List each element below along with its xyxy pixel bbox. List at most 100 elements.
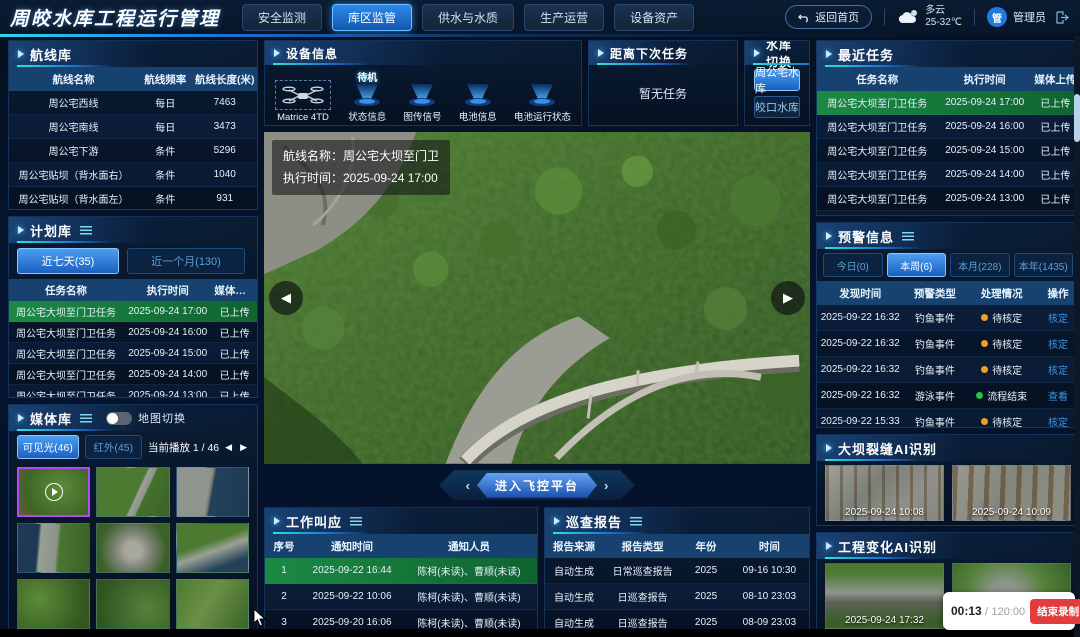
- app-title: 周皎水库工程运行管理: [10, 4, 220, 31]
- plan-row[interactable]: 周公宅大坝至门卫任务 2025-09-24 15:00 已上传: [9, 343, 257, 364]
- panel-arrow-icon: [826, 232, 832, 240]
- back-home-button[interactable]: 返回首页: [785, 5, 872, 29]
- media-thumbnail[interactable]: [17, 523, 90, 573]
- scrollbar-thumb[interactable]: [1074, 94, 1080, 142]
- media-thumbnail[interactable]: [176, 579, 249, 629]
- panel-arrow-icon: [18, 226, 24, 234]
- nav-tab-water-supply[interactable]: 供水与水质: [422, 4, 514, 31]
- avatar: 管: [987, 7, 1007, 27]
- media-thumbnail[interactable]: [96, 579, 169, 629]
- recent-task-row[interactable]: 周公宅大坝至门卫任务 2025-09-24 13:00 已上传: [817, 187, 1079, 211]
- reservoir-option-zhougongzhai[interactable]: 周公宅水库: [754, 69, 800, 91]
- tab-this-week[interactable]: 本周(6): [887, 253, 947, 277]
- tab-this-year[interactable]: 本年(1435): [1014, 253, 1074, 277]
- list-icon: [350, 517, 362, 526]
- media-thumbnail-grid: [9, 463, 257, 633]
- video-next-button[interactable]: ▶: [771, 281, 805, 315]
- nav-tab-reservoir-area[interactable]: 库区监管: [332, 4, 412, 31]
- media-thumbnail[interactable]: [96, 467, 169, 517]
- route-row[interactable]: 周公宅西线 每日 7463: [9, 91, 257, 115]
- status-dot: [981, 418, 988, 425]
- back-arrow-icon: [798, 11, 810, 23]
- panel-alerts: 预警信息 今日(0) 本周(6) 本月(228) 本年(1435) 发现时间 预…: [816, 222, 1080, 428]
- nav-tab-operations[interactable]: 生产运营: [524, 4, 604, 31]
- tab-visible-light[interactable]: 可见光(46): [17, 435, 79, 459]
- enter-flight-control-button[interactable]: ‹ 进入飞控平台 ›: [439, 470, 635, 500]
- panel-route-library: 航线库 航线名称 航线频率 航线长度(米) 周公宅西线 每日 7463 周公宅南…: [8, 40, 258, 210]
- media-thumbnail[interactable]: [96, 523, 169, 573]
- route-row[interactable]: 周公宅南线 每日 3473: [9, 115, 257, 139]
- media-next-icon[interactable]: ▶: [240, 442, 249, 453]
- recent-task-row[interactable]: 周公宅大坝至门卫任务 2025-09-24 15:00 已上传: [817, 139, 1079, 163]
- media-thumbnail[interactable]: [17, 579, 90, 629]
- alert-action-link[interactable]: 核定: [1037, 336, 1079, 351]
- plan-row[interactable]: 周公宅大坝至门卫任务 2025-09-24 13:00 已上传: [9, 385, 257, 398]
- report-row[interactable]: 自动生成 日常巡查报告 2025 09-16 10:30: [545, 558, 809, 584]
- next-task-empty-text: 暂无任务: [589, 65, 737, 121]
- media-thumbnail[interactable]: [17, 467, 90, 517]
- device-status[interactable]: 待机 状态信息: [348, 69, 386, 123]
- device-battery[interactable]: 电池信息: [459, 69, 497, 123]
- tab-last-7-days[interactable]: 近七天(35): [17, 248, 119, 274]
- alert-action-link[interactable]: 核定: [1037, 362, 1079, 377]
- panel-title: 设备信息: [286, 45, 338, 62]
- media-prev-icon[interactable]: ◀: [225, 442, 234, 453]
- panel-title: 水库切换: [766, 40, 800, 70]
- user-menu[interactable]: 管 管理员: [987, 7, 1046, 27]
- recent-task-row[interactable]: 周公宅大坝至门卫任务 2025-09-24 16:00 已上传: [817, 115, 1079, 139]
- tab-this-month[interactable]: 本月(228): [950, 253, 1010, 277]
- hologram-beam-icon: [527, 83, 557, 107]
- work-call-row[interactable]: 1 2025-09-22 16:44 陈柯(未读)、曹顺(未读): [265, 558, 537, 584]
- panel-plan-library: 计划库 近七天(35) 近一个月(130) 任务名称 执行时间 媒体上传 周公宅…: [8, 216, 258, 398]
- weather-widget: 多云 25-32℃: [897, 5, 962, 30]
- cloud-icon: [897, 9, 919, 25]
- reservoir-option-jiaokou[interactable]: 皎口水库: [754, 96, 800, 118]
- alert-action-link[interactable]: 核定: [1037, 414, 1079, 428]
- recent-task-row[interactable]: 周公宅大坝裂缝任务 2025-09-24 10:00 已上传: [817, 211, 1079, 216]
- dashboard-screen: 周皎水库工程运行管理 安全监测 库区监管 供水与水质 生产运营 设备资产 返回首…: [0, 0, 1080, 637]
- device-drone[interactable]: Matrice 4TD: [275, 80, 331, 123]
- nav-tab-assets[interactable]: 设备资产: [614, 4, 694, 31]
- stop-recording-button[interactable]: 结束录制: [1030, 599, 1080, 624]
- main-nav: 安全监测 库区监管 供水与水质 生产运营 设备资产: [242, 4, 694, 31]
- panel-recent-tasks: 最近任务 任务名称 执行时间 媒体上传 周公宅大坝至门卫任务 2025-09-2…: [816, 40, 1080, 216]
- recent-task-row[interactable]: 周公宅大坝至门卫任务 2025-09-24 14:00 已上传: [817, 163, 1079, 187]
- plan-row[interactable]: 周公宅大坝至门卫任务 2025-09-24 16:00 已上传: [9, 322, 257, 343]
- list-icon: [80, 414, 92, 423]
- tab-last-month[interactable]: 近一个月(130): [127, 248, 245, 274]
- report-row[interactable]: 自动生成 日巡查报告 2025 08-10 23:03: [545, 584, 809, 610]
- video-prev-button[interactable]: ◀: [269, 281, 303, 315]
- route-row[interactable]: 周公宅贴坝（背水面右） 条件 1040: [9, 163, 257, 187]
- route-row[interactable]: 周公宅下游 条件 5296: [9, 139, 257, 163]
- alert-action-link[interactable]: 查看: [1037, 388, 1079, 403]
- panel-device-info: 设备信息: [264, 40, 582, 126]
- alert-tabs: 今日(0) 本周(6) 本月(228) 本年(1435): [817, 249, 1079, 281]
- project-change-image[interactable]: 2025-09-24 17:32: [825, 563, 944, 629]
- media-tabs: 可见光(46) 红外(45) 当前播放 1 / 46 ◀ ▶: [9, 431, 257, 463]
- recent-task-row[interactable]: 周公宅大坝至门卫任务 2025-09-24 17:00 已上传: [817, 91, 1079, 115]
- work-call-row[interactable]: 2 2025-09-22 10:06 陈柯(未读)、曹顺(未读): [265, 584, 537, 610]
- recording-separator: /: [985, 606, 988, 618]
- panel-arrow-icon: [826, 444, 832, 452]
- panel-arrow-icon: [754, 49, 760, 57]
- tab-infrared[interactable]: 红外(45): [85, 435, 142, 459]
- media-thumbnail[interactable]: [176, 467, 249, 517]
- plan-row[interactable]: 周公宅大坝至门卫任务 2025-09-24 17:00 已上传: [9, 301, 257, 322]
- media-thumbnail[interactable]: [176, 523, 249, 573]
- dam-crack-image[interactable]: 2025-09-24 10:09: [952, 465, 1071, 521]
- logout-icon[interactable]: [1056, 11, 1070, 24]
- device-signal[interactable]: 图传信号: [403, 69, 441, 123]
- map-switch-label: 地图切换: [138, 410, 186, 426]
- alert-table-header: 发现时间 预警类型 处理情况 操作: [817, 281, 1079, 305]
- device-battery-status[interactable]: 电池运行状态: [514, 69, 571, 123]
- plan-row[interactable]: 周公宅大坝至门卫任务 2025-09-24 14:00 已上传: [9, 364, 257, 385]
- nav-tab-safety[interactable]: 安全监测: [242, 4, 322, 31]
- tab-today[interactable]: 今日(0): [823, 253, 883, 277]
- route-row[interactable]: 周公宅贴坝（背水面左） 条件 931: [9, 187, 257, 210]
- dam-crack-image[interactable]: 2025-09-24 10:08: [825, 465, 944, 521]
- map-switch-toggle[interactable]: [106, 412, 132, 425]
- alert-action-link[interactable]: 核定: [1037, 310, 1079, 325]
- panel-title: 距离下次任务: [610, 45, 688, 62]
- panel-arrow-icon: [18, 50, 24, 58]
- panel-reservoir-switch: 水库切换 周公宅水库 皎口水库: [744, 40, 810, 126]
